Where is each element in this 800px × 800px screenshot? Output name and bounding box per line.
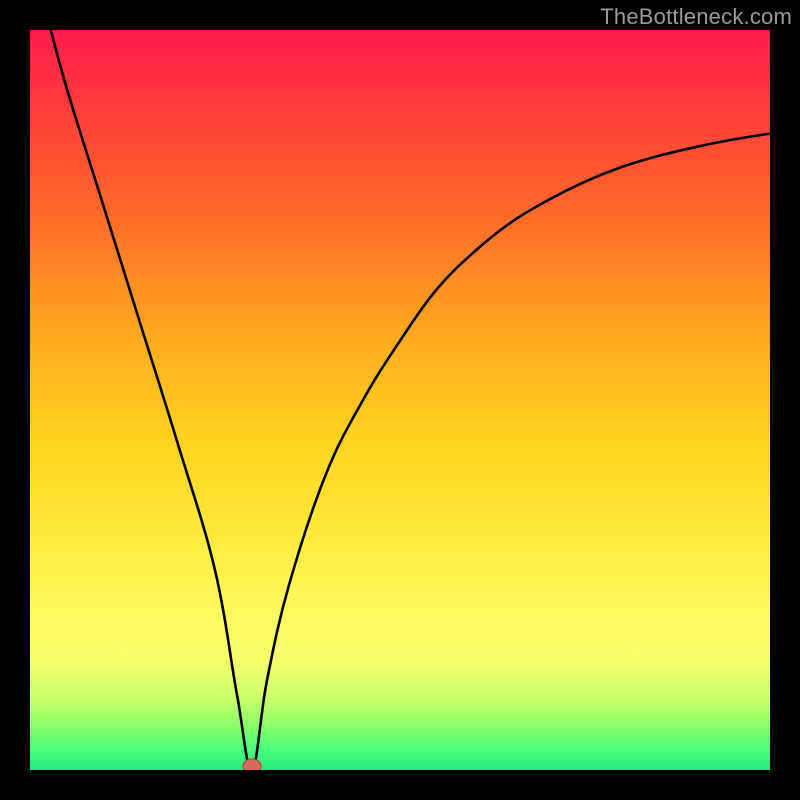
bottleneck-curve: [30, 30, 770, 770]
chart-frame: TheBottleneck.com: [0, 0, 800, 800]
plot-area: [30, 30, 770, 770]
minimum-marker: [243, 759, 261, 770]
curve-layer: [30, 30, 770, 770]
attribution-text: TheBottleneck.com: [600, 4, 792, 30]
curve-path-group: [30, 30, 770, 770]
